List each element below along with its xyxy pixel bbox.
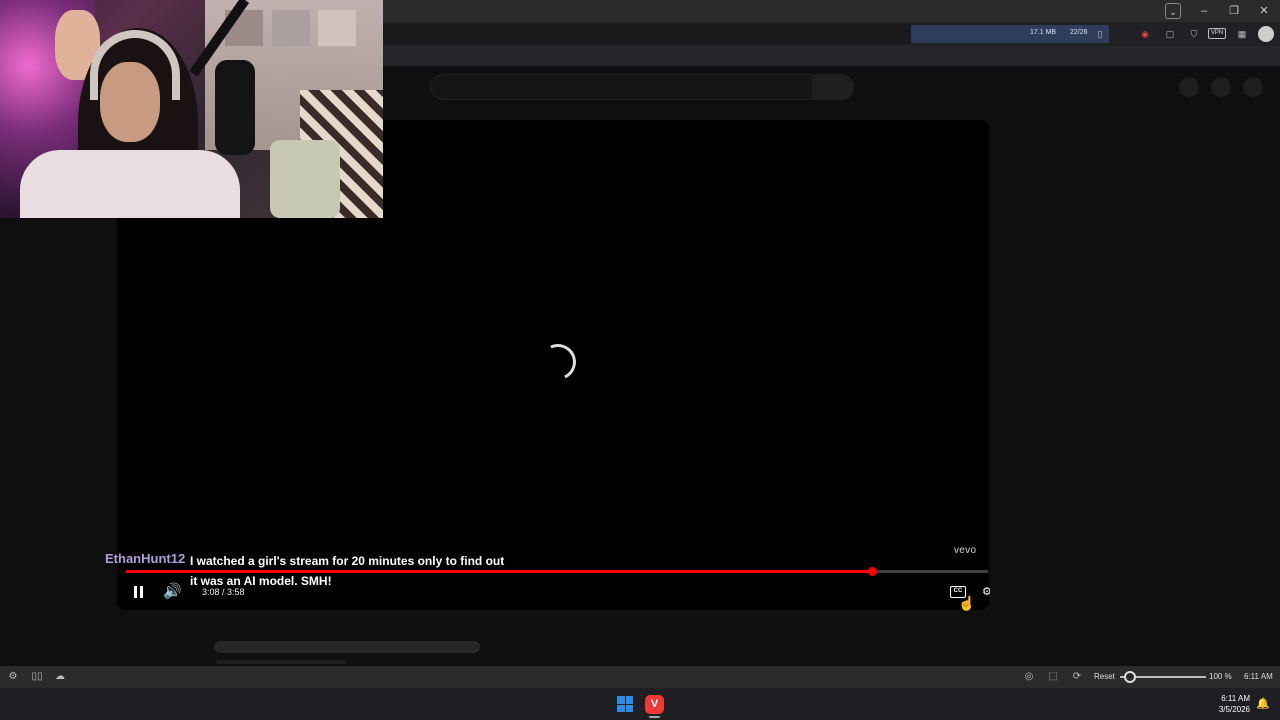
vpn-icon[interactable]: VPN bbox=[1208, 28, 1226, 39]
tab-count: 22/26 bbox=[1070, 29, 1088, 36]
zoom-level: 100 % bbox=[1209, 672, 1232, 681]
taskbar-time[interactable]: 6:11 AM bbox=[1208, 694, 1250, 703]
pause-icon bbox=[140, 586, 143, 598]
statusbar-clock: 6:11 AM bbox=[1244, 672, 1273, 681]
notifications-icon[interactable] bbox=[1211, 77, 1231, 97]
taskbar-date[interactable]: 3/5/2026 bbox=[1208, 705, 1250, 714]
minimize-icon[interactable]: – bbox=[1196, 3, 1212, 19]
calendar-icon[interactable]: ▦ bbox=[1235, 27, 1249, 41]
chat-message: I watched a girl's stream for 20 minutes… bbox=[190, 554, 505, 588]
windows-taskbar bbox=[0, 688, 1280, 720]
webcam-streamer-shirt bbox=[20, 150, 240, 218]
pause-icon bbox=[134, 586, 137, 598]
url-field[interactable] bbox=[383, 24, 911, 44]
shield-icon[interactable]: ⛉ bbox=[1187, 27, 1201, 41]
camera-icon[interactable]: ◉ bbox=[1138, 27, 1152, 41]
capture-icon[interactable]: ◎ bbox=[1022, 670, 1036, 684]
settings-icon[interactable]: ⚙ bbox=[6, 670, 20, 684]
bookmarks-bar bbox=[383, 46, 1280, 66]
panel-toggle-icon[interactable]: ▯▯ bbox=[30, 670, 44, 684]
zoom-reset-button[interactable]: Reset bbox=[1094, 672, 1115, 681]
hand-cursor-icon: ☝ bbox=[958, 595, 976, 611]
vevo-watermark: vevo bbox=[954, 545, 977, 556]
create-icon[interactable] bbox=[1179, 77, 1199, 97]
restore-icon[interactable]: ❐ bbox=[1226, 3, 1242, 19]
bookmark-icon[interactable]: ▯ bbox=[1093, 27, 1107, 41]
channel-info-placeholder bbox=[216, 660, 346, 664]
search-button[interactable] bbox=[812, 74, 854, 100]
memory-usage: 17.1 MB bbox=[1030, 29, 1057, 36]
cloud-sync-icon[interactable]: ☁ bbox=[53, 670, 67, 684]
webcam-blanket bbox=[270, 140, 340, 218]
chevron-down-icon[interactable]: ⌄ bbox=[1165, 3, 1181, 19]
page-actions-icon[interactable]: ⟳ bbox=[1070, 670, 1084, 684]
video-title-placeholder bbox=[214, 641, 480, 653]
avatar-icon[interactable] bbox=[1258, 26, 1274, 42]
pause-button[interactable] bbox=[131, 584, 147, 600]
account-avatar[interactable] bbox=[1243, 77, 1263, 97]
vivaldi-icon[interactable]: V bbox=[645, 695, 664, 714]
webcam-overlay bbox=[0, 0, 383, 218]
progress-scrubber[interactable] bbox=[868, 567, 877, 576]
windows-start-icon[interactable] bbox=[617, 696, 633, 712]
webcam-shelf-cell bbox=[272, 10, 310, 46]
webcam-shelf-cell bbox=[318, 10, 356, 46]
settings-gear-icon[interactable]: ⚙ bbox=[982, 585, 990, 599]
close-icon[interactable]: ✕ bbox=[1256, 3, 1272, 19]
microphone-icon bbox=[215, 60, 255, 155]
chat-username: EthanHunt12 bbox=[105, 551, 186, 566]
active-app-indicator bbox=[649, 716, 660, 718]
notification-bell-icon[interactable]: 🔔 bbox=[1256, 697, 1270, 710]
volume-icon[interactable]: 🔊 bbox=[163, 583, 183, 601]
zoom-slider-thumb[interactable] bbox=[1124, 671, 1136, 683]
search-input[interactable] bbox=[430, 74, 854, 100]
mouse-icon[interactable]: ▢ bbox=[1163, 27, 1177, 41]
browser-statusbar bbox=[0, 666, 1280, 688]
tiling-icon[interactable]: ⬚ bbox=[1046, 670, 1060, 684]
